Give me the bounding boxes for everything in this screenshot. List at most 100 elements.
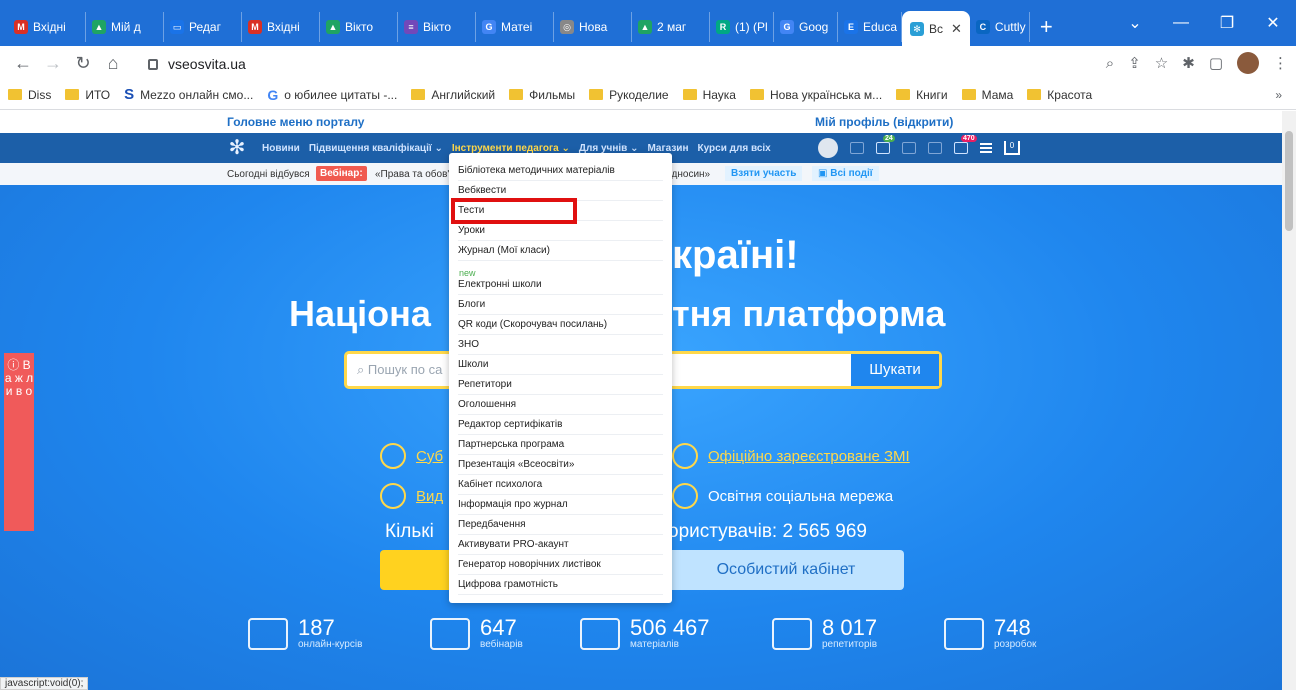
bookmark-item[interactable]: Английский <box>411 88 495 102</box>
nav-shop[interactable]: Магазин <box>647 143 688 154</box>
nav-teacher-tools[interactable]: Інструменти педагога ⌄ <box>452 143 570 154</box>
feature-subscription[interactable]: Суб <box>380 443 443 469</box>
bookmark-item[interactable]: Gо юбилее цитаты -... <box>267 87 397 103</box>
restore-icon[interactable]: ❐ <box>1204 0 1250 46</box>
dropdown-item[interactable]: Партнерська програма <box>458 435 663 455</box>
dropdown-item[interactable]: Бібліотека методичних матеріалів <box>458 161 663 181</box>
feature-publish[interactable]: Вид <box>380 483 443 509</box>
browser-tab[interactable]: ▭ Редаг <box>164 12 242 42</box>
bell-icon[interactable]: 470 <box>954 135 977 154</box>
profile-link[interactable]: Мій профіль (відкрити) <box>815 115 953 129</box>
dropdown-item[interactable]: Школи <box>458 355 663 375</box>
mail-icon[interactable] <box>850 142 864 154</box>
bookmark-item[interactable]: Diss <box>8 88 51 102</box>
forward-icon[interactable]: → <box>38 53 68 74</box>
bookmark-item[interactable]: S Mezzo онлайн смо... <box>124 86 253 103</box>
page-scrollbar[interactable] <box>1282 111 1296 690</box>
tab-search-icon[interactable]: ⌄ <box>1112 0 1158 46</box>
messages-icon[interactable]: 24 <box>876 135 895 154</box>
browser-tab[interactable]: ▲ Вікто <box>320 12 398 42</box>
search-placeholder: ⌕ Пошук по са <box>357 362 443 377</box>
bookmark-item[interactable]: ИТО <box>65 88 110 102</box>
bookmark-item[interactable]: Нова українська м... <box>749 88 882 102</box>
bookmark-item[interactable]: Наука <box>682 88 736 102</box>
profile-avatar[interactable] <box>1237 52 1259 74</box>
check-badge-icon <box>380 443 406 469</box>
home-icon[interactable]: ⌂ <box>98 53 128 74</box>
bookmark-item[interactable]: Мама <box>961 88 1013 102</box>
event-topic[interactable]: «Права та обов' <box>375 169 449 180</box>
dropdown-item[interactable]: QR коди (Скорочувач посилань) <box>458 315 663 335</box>
dropdown-item[interactable]: ЗНО <box>458 335 663 355</box>
stat-label: вебінарів <box>480 639 523 650</box>
back-icon[interactable]: ← <box>8 53 38 74</box>
browser-tab[interactable]: M Вхідні <box>8 12 86 42</box>
calendar-icon[interactable] <box>902 142 916 154</box>
close-window-icon[interactable]: ✕ <box>1250 0 1296 46</box>
feature-media[interactable]: Офіційно зареєстроване ЗМІ <box>672 443 910 469</box>
minimize-icon[interactable]: — <box>1158 0 1204 46</box>
bookmark-item[interactable]: Книги <box>896 88 948 102</box>
browser-tab[interactable]: C Cuttly <box>970 12 1030 42</box>
dropdown-item[interactable]: Електронні школи <box>458 275 663 295</box>
bookmark-item[interactable]: Красота <box>1027 88 1092 102</box>
nav-courses[interactable]: Курси для всіх <box>698 143 771 154</box>
webinar-badge: Вебінар: <box>316 166 367 181</box>
dropdown-item[interactable]: Генератор новорічних листівок <box>458 555 663 575</box>
feature-social[interactable]: Освітня соціальна мережа <box>672 483 893 509</box>
close-tab-icon[interactable]: ✕ <box>951 21 962 37</box>
browser-tab[interactable]: ≡ Вікто <box>398 12 476 42</box>
important-side-tab[interactable]: ⓘ В а ж л и в о <box>4 353 34 531</box>
nav-news[interactable]: Новини <box>262 143 300 154</box>
menu-icon[interactable]: ⋮ <box>1273 54 1288 72</box>
new-tab-button[interactable]: + <box>1040 16 1053 38</box>
browser-tab[interactable]: G Goog <box>774 12 838 42</box>
extensions-icon[interactable]: ✱ <box>1182 54 1195 72</box>
dropdown-item[interactable]: Уроки <box>458 221 663 241</box>
dropdown-item[interactable]: Активувати PRO-акаунт <box>458 535 663 555</box>
browser-tab[interactable]: R (1) (Pl <box>710 12 774 42</box>
dropdown-item[interactable]: Кабінет психолога <box>458 475 663 495</box>
scroll-thumb[interactable] <box>1285 131 1293 231</box>
browser-tab[interactable]: E Educa <box>838 12 902 42</box>
nav-qualification[interactable]: Підвищення кваліфікації ⌄ <box>309 143 443 154</box>
sidepanel-icon[interactable]: ▢ <box>1209 54 1223 72</box>
dropdown-item[interactable]: Інформація про журнал <box>458 495 663 515</box>
browser-tab[interactable]: G Матеі <box>476 12 554 42</box>
bookmarks-more-icon[interactable]: » <box>1275 88 1282 102</box>
portal-menu-link[interactable]: Головне меню порталу <box>227 115 364 129</box>
tab-label: Матеі <box>501 20 533 34</box>
dropdown-item[interactable]: Репетитори <box>458 375 663 395</box>
all-events-button[interactable]: ▣ Всі події <box>812 166 879 181</box>
browser-tab[interactable]: ▲ 2 маг <box>632 12 710 42</box>
browser-tab[interactable]: ▲ Мій д <box>86 12 164 42</box>
dropdown-item[interactable]: Редактор сертифікатів <box>458 415 663 435</box>
nav-students[interactable]: Для учнів ⌄ <box>579 143 639 154</box>
dropdown-item[interactable]: Блоги <box>458 295 663 315</box>
zoom-icon[interactable]: ⌕ <box>1106 55 1114 72</box>
reload-icon[interactable]: ↻ <box>68 53 98 74</box>
personal-cabinet-button[interactable]: Особистий кабінет <box>668 550 904 590</box>
tab-list: M Вхідні ▲ Мій д ▭ Редаг M Вхідні ▲ Вікто ≡ Вікто G М… <box>8 8 1053 47</box>
site-logo-icon[interactable]: ✻ <box>226 137 248 159</box>
bookmark-label: Фильмы <box>529 87 576 102</box>
cart-icon[interactable]: 0 <box>1004 141 1020 155</box>
search-button[interactable]: Шукати <box>851 354 939 386</box>
filter-icon[interactable] <box>928 142 942 154</box>
share-icon[interactable]: ⇪ <box>1128 54 1141 72</box>
bookmark-item[interactable]: Рукоделие <box>589 88 669 102</box>
dropdown-item[interactable]: Передбачення <box>458 515 663 535</box>
hamburger-icon[interactable] <box>980 143 992 153</box>
user-avatar[interactable] <box>818 138 838 158</box>
dropdown-item[interactable]: Оголошення <box>458 395 663 415</box>
dropdown-item[interactable]: Цифрова грамотність <box>458 575 663 595</box>
active-tab[interactable]: ✻ Вс ✕ <box>902 11 970 47</box>
dropdown-item[interactable]: Презентація «Всеосвіти» <box>458 455 663 475</box>
bookmark-item[interactable]: Фильмы <box>509 88 575 102</box>
dropdown-item[interactable]: Журнал (Мої класи) <box>458 241 663 261</box>
url-field[interactable]: vseosvita.ua <box>140 50 1085 78</box>
join-event-button[interactable]: Взяти участь <box>725 166 803 181</box>
browser-tab[interactable]: ◎ Нова <box>554 12 632 42</box>
browser-tab[interactable]: M Вхідні <box>242 12 320 42</box>
star-icon[interactable]: ☆ <box>1155 54 1168 72</box>
